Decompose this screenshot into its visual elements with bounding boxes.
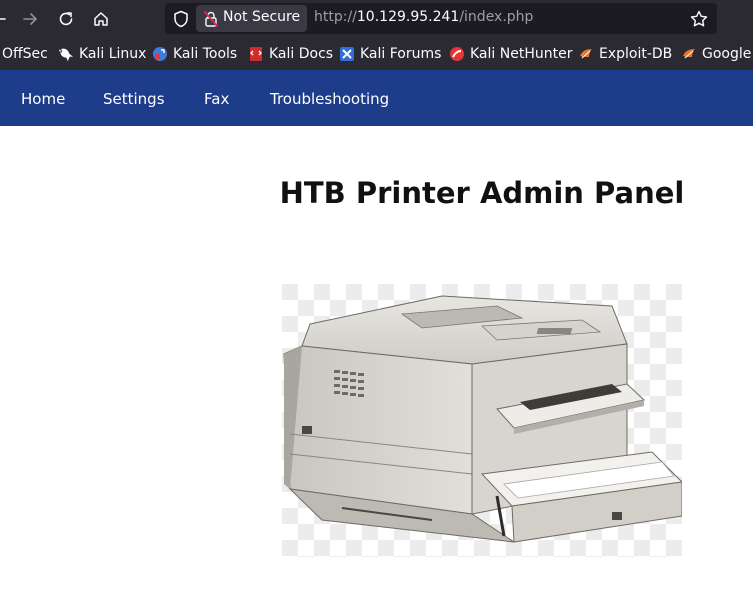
home-icon[interactable] (88, 6, 114, 32)
forward-arrow-icon[interactable] (17, 6, 43, 32)
url-text[interactable]: http://10.129.95.241/index.php (314, 9, 533, 25)
back-arrow-icon[interactable] (0, 6, 12, 32)
exploit-db-icon (578, 46, 594, 62)
bookmark-offsec[interactable]: OffSec (2, 45, 48, 63)
bookmark-kali-tools[interactable]: Kali Tools (152, 45, 237, 63)
page-title: HTB Printer Admin Panel (279, 176, 685, 210)
bookmark-kali-nethunter[interactable]: Kali NetHunter (449, 45, 572, 63)
google-hacking-db-icon (681, 46, 697, 62)
browser-toolbar: Not Secure http://10.129.95.241/index.ph… (0, 0, 753, 37)
nav-home[interactable]: Home (21, 90, 65, 108)
url-scheme: http:// (314, 9, 357, 25)
shield-icon[interactable] (171, 9, 191, 29)
kali-docs-icon (248, 46, 264, 62)
url-path: /index.php (459, 9, 534, 25)
bookmark-label: Google Hacking DB (702, 46, 753, 62)
bookmark-kali-docs[interactable]: Kali Docs (248, 45, 333, 63)
bookmark-google-hacking-db[interactable]: Google Hacking DB (681, 45, 753, 63)
bookmark-exploit-db[interactable]: Exploit-DB (578, 45, 672, 63)
nav-settings[interactable]: Settings (103, 90, 165, 108)
kali-forums-icon (339, 46, 355, 62)
bookmark-label: Kali Tools (173, 46, 238, 62)
bookmark-kali-linux[interactable]: Kali Linux (58, 45, 146, 63)
insecure-lock-icon (203, 10, 219, 28)
nav-fax[interactable]: Fax (204, 90, 229, 108)
bookmark-label: Kali Forums (360, 46, 442, 62)
kali-tools-icon (152, 46, 168, 62)
bookmark-star-icon[interactable] (689, 9, 709, 29)
bookmark-kali-forums[interactable]: Kali Forums (339, 45, 441, 63)
bookmark-label: Kali NetHunter (470, 46, 573, 62)
not-secure-label: Not Secure (223, 9, 301, 25)
bookmark-label: Exploit-DB (599, 46, 673, 62)
nav-troubleshooting[interactable]: Troubleshooting (270, 90, 389, 108)
bookmarks-bar: OffSec Kali Linux Kali Tools Kali Docs K… (0, 37, 753, 70)
printer-image (282, 284, 684, 557)
kali-dragon-icon (58, 46, 74, 62)
kali-nethunter-icon (449, 46, 465, 62)
reload-icon[interactable] (53, 6, 79, 32)
url-host: 10.129.95.241 (356, 9, 460, 25)
bookmark-label: Kali Linux (79, 46, 147, 62)
bookmark-label: OffSec (2, 46, 48, 62)
site-navbar: Home Settings Fax Troubleshooting (0, 70, 753, 126)
bookmark-label: Kali Docs (269, 46, 334, 62)
